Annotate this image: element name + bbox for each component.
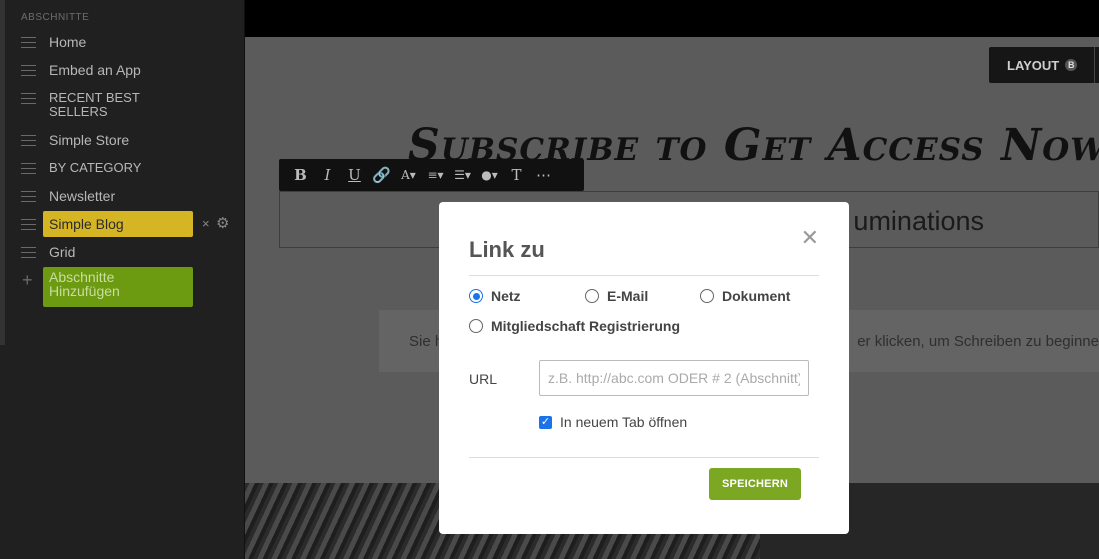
underline-icon[interactable]: U (341, 162, 368, 188)
plus-icon: + (22, 270, 33, 290)
text-style-icon[interactable]: T (503, 162, 530, 188)
bold-icon[interactable]: B (287, 162, 314, 188)
close-icon[interactable]: × (202, 216, 210, 231)
drag-handle-icon[interactable] (21, 135, 36, 146)
radio-netz-label: Netz (491, 288, 521, 304)
font-size-icon[interactable]: A▾ (395, 162, 422, 188)
drag-handle-icon[interactable] (21, 93, 36, 104)
align-icon[interactable]: ≡▾ (422, 162, 449, 188)
list-icon[interactable]: ☰▾ (449, 162, 476, 188)
drag-handle-icon[interactable] (21, 37, 36, 48)
sidebar-item-home[interactable]: Home (49, 35, 86, 49)
layout-button-label: LAYOUT (1007, 57, 1060, 73)
close-icon[interactable]: ✕ (801, 227, 819, 249)
more-icon[interactable]: ⋯ (530, 162, 557, 188)
new-tab-label: In neuem Tab öffnen (560, 414, 688, 430)
layout-button[interactable]: LAYOUT B (989, 47, 1099, 83)
radio-membership[interactable]: Mitgliedschaft Registrierung (469, 318, 680, 334)
link-dialog: Link zu ✕ Netz E-Mail Dokument Mitglieds… (439, 202, 849, 534)
radio-dokument-label: Dokument (722, 288, 791, 304)
gear-icon[interactable]: ⚙ (216, 214, 229, 232)
color-icon[interactable]: ●▾ (476, 162, 503, 188)
top-bar (245, 0, 1099, 37)
layout-divider (1094, 47, 1095, 83)
sidebar-item-grid[interactable]: Grid (49, 245, 75, 259)
sidebar-scrollbar[interactable] (0, 0, 5, 345)
sidebar-item-newsletter[interactable]: Newsletter (49, 189, 115, 203)
radio-membership-indicator[interactable] (469, 319, 483, 333)
link-icon[interactable]: 🔗 (368, 162, 395, 188)
radio-email[interactable]: E-Mail (585, 288, 648, 304)
drag-handle-icon[interactable] (21, 247, 36, 258)
placeholder-text-right: er klicken, um Schreiben zu beginne (857, 333, 1099, 350)
radio-dokument[interactable]: Dokument (700, 288, 790, 304)
sections-sidebar: ABSCHNITTE Home Embed an App RECENT BEST… (0, 0, 245, 559)
new-tab-checkbox[interactable]: ✓ In neuem Tab öffnen (539, 414, 687, 430)
sidebar-item-simple-store[interactable]: Simple Store (49, 133, 129, 147)
divider (469, 457, 819, 458)
sidebar-heading: ABSCHNITTE (21, 12, 90, 23)
radio-netz[interactable]: Netz (469, 288, 521, 304)
drag-handle-icon[interactable] (21, 65, 36, 76)
text-format-toolbar: B I U 🔗 A▾ ≡▾ ☰▾ ●▾ T ⋯ (279, 159, 584, 191)
dialog-title: Link zu (469, 237, 545, 262)
radio-email-label: E-Mail (607, 288, 649, 304)
drag-handle-icon[interactable] (21, 219, 36, 230)
sidebar-item-embed-app[interactable]: Embed an App (49, 63, 141, 77)
drag-handle-icon[interactable] (21, 163, 36, 174)
sidebar-item-simple-blog[interactable]: Simple Blog (43, 211, 193, 237)
checkbox-checked-icon[interactable]: ✓ (539, 415, 552, 429)
radio-membership-label: Mitgliedschaft Registrierung (491, 318, 681, 334)
add-section-button[interactable]: Abschnitte Hinzufügen (43, 267, 193, 307)
sidebar-item-by-category[interactable]: BY CATEGORY (49, 161, 141, 175)
divider (469, 275, 819, 276)
radio-netz-indicator[interactable] (469, 289, 483, 303)
url-label: URL (469, 371, 498, 387)
layout-badge: B (1065, 59, 1078, 71)
sidebar-item-recent-best-sellers[interactable]: RECENT BEST SELLERS (49, 91, 169, 119)
drag-handle-icon[interactable] (21, 191, 36, 202)
italic-icon[interactable]: I (314, 162, 341, 188)
save-button[interactable]: SPEICHERN (709, 468, 801, 500)
text-block-content: uminations (853, 206, 984, 236)
radio-email-indicator[interactable] (585, 289, 599, 303)
url-input[interactable] (539, 360, 809, 396)
radio-dokument-indicator[interactable] (700, 289, 714, 303)
